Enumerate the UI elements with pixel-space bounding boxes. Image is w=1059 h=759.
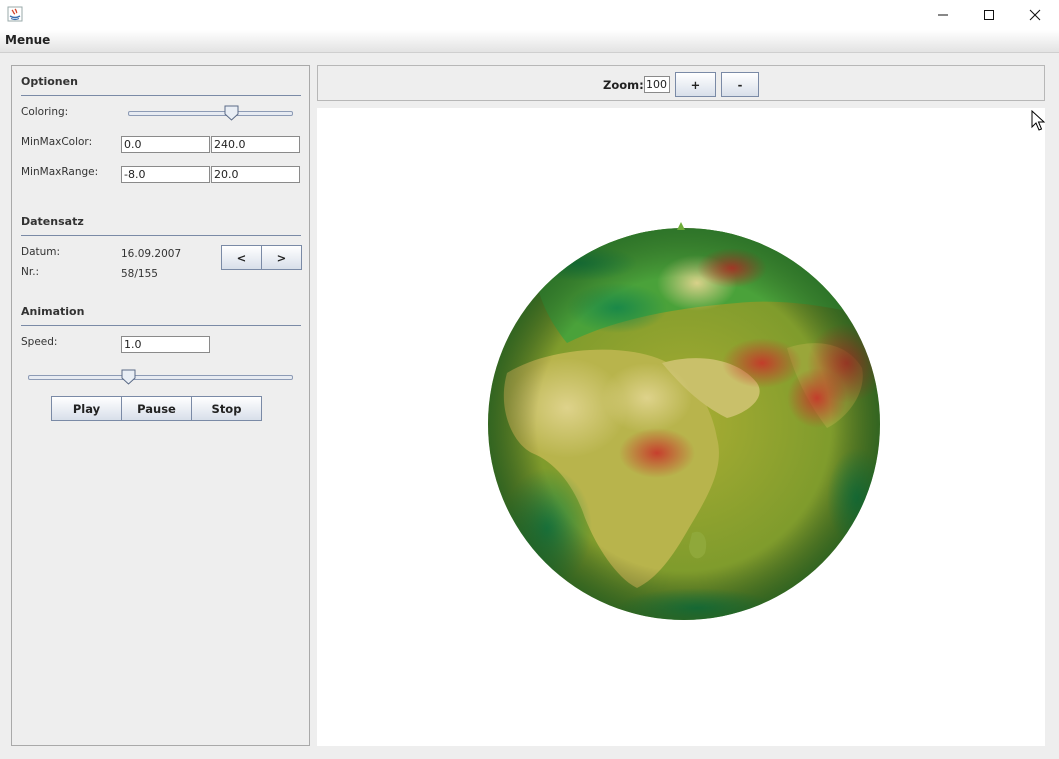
animation-divider [21, 325, 301, 326]
dataset-title: Datensatz [21, 215, 84, 228]
zoom-field[interactable] [644, 76, 670, 93]
close-button[interactable] [1012, 0, 1058, 30]
menu-menue[interactable]: Menue [5, 33, 50, 47]
control-panel: Optionen Coloring: MinMaxColor: MinMaxRa… [11, 65, 310, 746]
globe-spike [677, 222, 685, 230]
zoom-out-button[interactable]: - [721, 72, 759, 97]
pause-button[interactable]: Pause [121, 396, 192, 421]
animation-title: Animation [21, 305, 85, 318]
maximize-icon [984, 10, 994, 20]
zoom-label: Zoom: [603, 78, 644, 92]
nr-label: Nr.: [21, 266, 40, 278]
mouse-cursor-icon [1031, 110, 1045, 131]
maximize-button[interactable] [966, 0, 1012, 30]
nr-value: 58/155 [121, 268, 158, 280]
zoom-in-button[interactable]: + [675, 72, 716, 97]
zoom-toolbar: Zoom: + - [317, 65, 1045, 101]
options-divider [21, 95, 301, 96]
next-dataset-button[interactable]: > [261, 245, 302, 270]
speed-slider-thumb[interactable] [121, 369, 136, 385]
dataset-divider [21, 235, 301, 236]
play-button[interactable]: Play [51, 396, 122, 421]
close-icon [1029, 9, 1041, 21]
options-title: Optionen [21, 75, 78, 88]
coloring-label: Coloring: [21, 106, 69, 118]
minmaxrange-label: MinMaxRange: [21, 166, 99, 178]
speed-field[interactable] [121, 336, 210, 353]
coloring-slider-track [128, 111, 293, 116]
minmaxcolor-max-field[interactable] [211, 136, 300, 153]
coloring-slider[interactable] [128, 105, 293, 121]
speed-slider-track [28, 375, 293, 380]
minmaxcolor-label: MinMaxColor: [21, 136, 93, 148]
date-label: Datum: [21, 246, 61, 258]
stop-button[interactable]: Stop [191, 396, 262, 421]
menu-bar: Menue [0, 30, 1059, 53]
minimize-button[interactable] [920, 0, 966, 30]
java-app-icon [7, 6, 23, 22]
speed-label: Speed: [21, 336, 58, 348]
speed-slider[interactable] [28, 369, 293, 385]
title-bar [0, 0, 1059, 30]
prev-dataset-button[interactable]: < [221, 245, 262, 270]
globe-viewport[interactable] [317, 108, 1045, 746]
globe-render[interactable] [317, 108, 1045, 746]
date-value: 16.09.2007 [121, 248, 182, 260]
globe-edge-shading [488, 228, 880, 620]
minmaxcolor-min-field[interactable] [121, 136, 210, 153]
coloring-slider-thumb[interactable] [224, 105, 239, 121]
minmaxrange-max-field[interactable] [211, 166, 300, 183]
minmaxrange-min-field[interactable] [121, 166, 210, 183]
minimize-icon [938, 14, 948, 16]
